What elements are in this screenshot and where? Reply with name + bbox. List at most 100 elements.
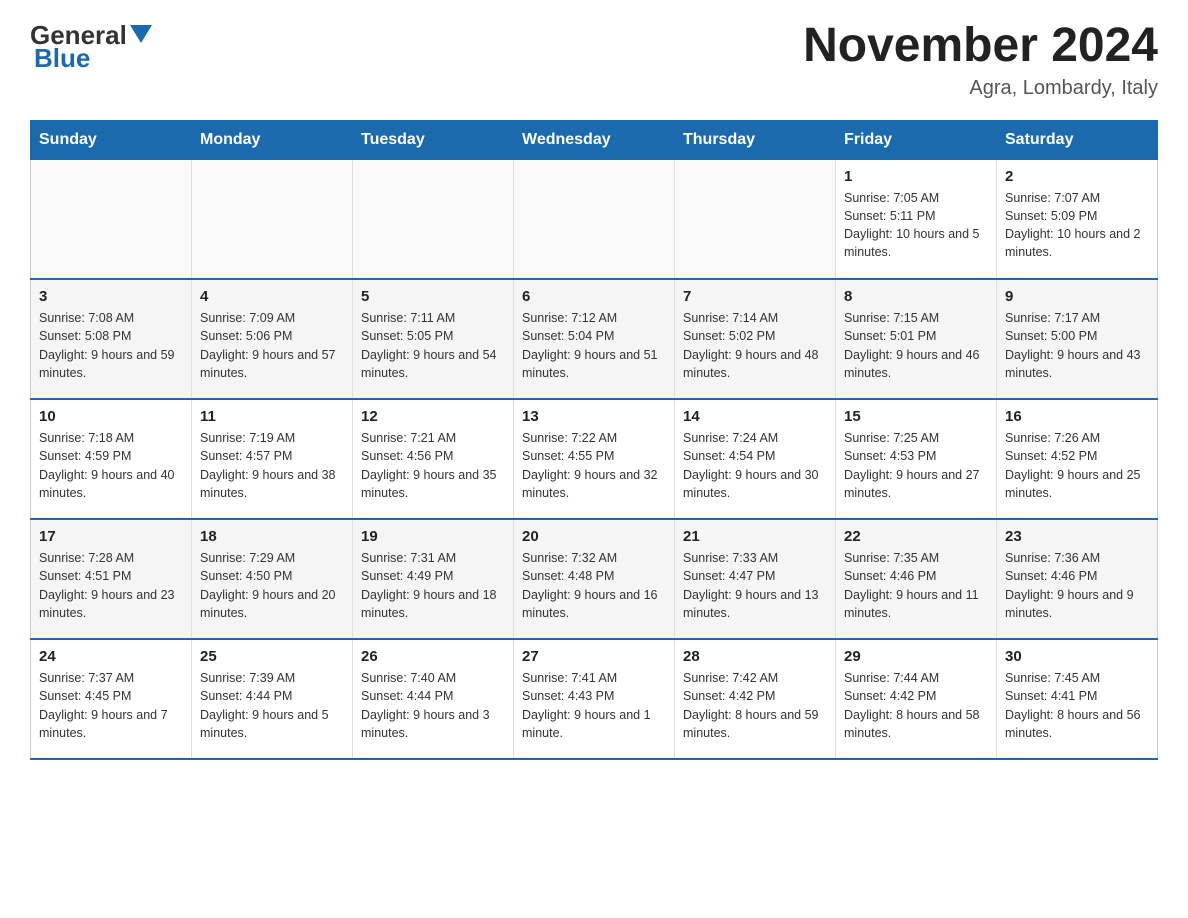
logo-arrow-icon xyxy=(130,25,152,47)
day-number: 7 xyxy=(683,288,827,305)
calendar-cell: 17Sunrise: 7:28 AM Sunset: 4:51 PM Dayli… xyxy=(31,519,192,639)
day-number: 8 xyxy=(844,288,988,305)
day-number: 29 xyxy=(844,648,988,665)
calendar-table: Sunday Monday Tuesday Wednesday Thursday… xyxy=(30,120,1158,761)
calendar-cell: 22 Sunrise: 7:35 AM Sunset: 4:46 PM Dayli… xyxy=(836,519,997,639)
calendar-cell: 8 Sunrise: 7:15 AM Sunset: 5:01 PM Daylig… xyxy=(836,279,997,399)
day-number: 30 xyxy=(1005,648,1149,665)
calendar-cell: 5 Sunrise: 7:11 AM Sunset: 5:05 PM Daylig… xyxy=(353,279,514,399)
day-number: 9 xyxy=(1005,288,1149,305)
calendar-cell: 7 Sunrise: 7:14 AM Sunset: 5:02 PM Daylig… xyxy=(675,279,836,399)
calendar-cell: 9 Sunrise: 7:17 AM Sunset: 5:00 PM Daylig… xyxy=(997,279,1158,399)
day-info: Sunrise: 7:11 AM Sunset: 5:05 PM Dayligh… xyxy=(361,309,505,382)
day-info: Sunrise: 7:14 AM Sunset: 5:02 PM Dayligh… xyxy=(683,309,827,382)
day-info: Sunrise: 7:35 AM Sunset: 4:46 PM Dayligh… xyxy=(844,549,988,622)
day-info: Sunrise: 7:45 AM Sunset: 4:41 PM Dayligh… xyxy=(1005,669,1149,742)
col-saturday: Saturday xyxy=(997,120,1158,159)
day-number: 12 xyxy=(361,408,505,425)
logo: General Blue xyxy=(30,20,152,74)
calendar-cell xyxy=(675,159,836,279)
calendar-cell: 14 Sunrise: 7:24 AM Sunset: 4:54 PM Dayli… xyxy=(675,399,836,519)
day-info: Sunrise: 7:07 AM Sunset: 5:09 PM Dayligh… xyxy=(1005,189,1149,262)
day-info: Sunrise: 7:41 AM Sunset: 4:43 PM Dayligh… xyxy=(522,669,666,742)
calendar-week-row: 17Sunrise: 7:28 AM Sunset: 4:51 PM Dayli… xyxy=(31,519,1158,639)
day-info: Sunrise: 7:08 AM Sunset: 5:08 PM Dayligh… xyxy=(39,309,183,382)
day-number: 13 xyxy=(522,408,666,425)
calendar-cell xyxy=(353,159,514,279)
calendar-week-row: 3 Sunrise: 7:08 AM Sunset: 5:08 PM Daylig… xyxy=(31,279,1158,399)
day-info: Sunrise: 7:22 AM Sunset: 4:55 PM Dayligh… xyxy=(522,429,666,502)
col-sunday: Sunday xyxy=(31,120,192,159)
day-number: 22 xyxy=(844,528,988,545)
calendar-cell: 26 Sunrise: 7:40 AM Sunset: 4:44 PM Dayli… xyxy=(353,639,514,759)
col-wednesday: Wednesday xyxy=(514,120,675,159)
calendar-cell: 29 Sunrise: 7:44 AM Sunset: 4:42 PM Dayli… xyxy=(836,639,997,759)
day-info: Sunrise: 7:18 AM Sunset: 4:59 PM Dayligh… xyxy=(39,429,183,502)
title-block: November 2024 Agra, Lombardy, Italy xyxy=(803,20,1158,100)
calendar-cell xyxy=(31,159,192,279)
calendar-cell: 23 Sunrise: 7:36 AM Sunset: 4:46 PM Dayli… xyxy=(997,519,1158,639)
calendar-cell: 25Sunrise: 7:39 AM Sunset: 4:44 PM Dayli… xyxy=(192,639,353,759)
day-info: Sunrise: 7:21 AM Sunset: 4:56 PM Dayligh… xyxy=(361,429,505,502)
calendar-cell: 19 Sunrise: 7:31 AM Sunset: 4:49 PM Dayli… xyxy=(353,519,514,639)
day-info: Sunrise: 7:31 AM Sunset: 4:49 PM Dayligh… xyxy=(361,549,505,622)
day-info: Sunrise: 7:15 AM Sunset: 5:01 PM Dayligh… xyxy=(844,309,988,382)
day-number: 4 xyxy=(200,288,344,305)
day-number: 6 xyxy=(522,288,666,305)
calendar-cell: 2 Sunrise: 7:07 AM Sunset: 5:09 PM Daylig… xyxy=(997,159,1158,279)
day-number: 21 xyxy=(683,528,827,545)
calendar-cell: 30 Sunrise: 7:45 AM Sunset: 4:41 PM Dayli… xyxy=(997,639,1158,759)
day-number: 16 xyxy=(1005,408,1149,425)
calendar-cell: 16Sunrise: 7:26 AM Sunset: 4:52 PM Dayli… xyxy=(997,399,1158,519)
col-thursday: Thursday xyxy=(675,120,836,159)
day-info: Sunrise: 7:24 AM Sunset: 4:54 PM Dayligh… xyxy=(683,429,827,502)
calendar-cell: 11Sunrise: 7:19 AM Sunset: 4:57 PM Dayli… xyxy=(192,399,353,519)
calendar-cell: 24 Sunrise: 7:37 AM Sunset: 4:45 PM Dayli… xyxy=(31,639,192,759)
calendar-week-row: 24 Sunrise: 7:37 AM Sunset: 4:45 PM Dayli… xyxy=(31,639,1158,759)
col-monday: Monday xyxy=(192,120,353,159)
day-number: 27 xyxy=(522,648,666,665)
day-number: 18 xyxy=(200,528,344,545)
calendar-cell: 1 Sunrise: 7:05 AM Sunset: 5:11 PM Daylig… xyxy=(836,159,997,279)
day-number: 20 xyxy=(522,528,666,545)
day-info: Sunrise: 7:25 AM Sunset: 4:53 PM Dayligh… xyxy=(844,429,988,502)
day-info: Sunrise: 7:37 AM Sunset: 4:45 PM Dayligh… xyxy=(39,669,183,742)
day-number: 14 xyxy=(683,408,827,425)
day-info: Sunrise: 7:29 AM Sunset: 4:50 PM Dayligh… xyxy=(200,549,344,622)
calendar-cell: 27 Sunrise: 7:41 AM Sunset: 4:43 PM Dayli… xyxy=(514,639,675,759)
calendar-cell: 21 Sunrise: 7:33 AM Sunset: 4:47 PM Dayli… xyxy=(675,519,836,639)
calendar-cell: 28Sunrise: 7:42 AM Sunset: 4:42 PM Dayli… xyxy=(675,639,836,759)
calendar-cell: 12 Sunrise: 7:21 AM Sunset: 4:56 PM Dayli… xyxy=(353,399,514,519)
calendar-cell: 3 Sunrise: 7:08 AM Sunset: 5:08 PM Daylig… xyxy=(31,279,192,399)
day-number: 5 xyxy=(361,288,505,305)
calendar-cell: 13 Sunrise: 7:22 AM Sunset: 4:55 PM Dayli… xyxy=(514,399,675,519)
day-info: Sunrise: 7:40 AM Sunset: 4:44 PM Dayligh… xyxy=(361,669,505,742)
calendar-cell: 15 Sunrise: 7:25 AM Sunset: 4:53 PM Dayli… xyxy=(836,399,997,519)
day-info: Sunrise: 7:33 AM Sunset: 4:47 PM Dayligh… xyxy=(683,549,827,622)
day-info: Sunrise: 7:36 AM Sunset: 4:46 PM Dayligh… xyxy=(1005,549,1149,622)
day-info: Sunrise: 7:28 AM Sunset: 4:51 PM Dayligh… xyxy=(39,549,183,622)
page-header: General Blue November 2024 Agra, Lombard… xyxy=(30,20,1158,100)
day-number: 26 xyxy=(361,648,505,665)
day-number: 28 xyxy=(683,648,827,665)
day-info: Sunrise: 7:19 AM Sunset: 4:57 PM Dayligh… xyxy=(200,429,344,502)
day-number: 23 xyxy=(1005,528,1149,545)
day-info: Sunrise: 7:05 AM Sunset: 5:11 PM Dayligh… xyxy=(844,189,988,262)
day-number: 15 xyxy=(844,408,988,425)
col-friday: Friday xyxy=(836,120,997,159)
calendar-cell: 4Sunrise: 7:09 AM Sunset: 5:06 PM Daylig… xyxy=(192,279,353,399)
calendar-week-row: 10 Sunrise: 7:18 AM Sunset: 4:59 PM Dayli… xyxy=(31,399,1158,519)
calendar-cell: 10 Sunrise: 7:18 AM Sunset: 4:59 PM Dayli… xyxy=(31,399,192,519)
day-number: 24 xyxy=(39,648,183,665)
calendar-header-row: Sunday Monday Tuesday Wednesday Thursday… xyxy=(31,120,1158,159)
logo-blue-text: Blue xyxy=(34,43,90,74)
day-info: Sunrise: 7:44 AM Sunset: 4:42 PM Dayligh… xyxy=(844,669,988,742)
day-number: 1 xyxy=(844,168,988,185)
day-number: 2 xyxy=(1005,168,1149,185)
day-info: Sunrise: 7:17 AM Sunset: 5:00 PM Dayligh… xyxy=(1005,309,1149,382)
day-number: 10 xyxy=(39,408,183,425)
calendar-cell xyxy=(514,159,675,279)
day-number: 25 xyxy=(200,648,344,665)
day-number: 3 xyxy=(39,288,183,305)
day-number: 19 xyxy=(361,528,505,545)
